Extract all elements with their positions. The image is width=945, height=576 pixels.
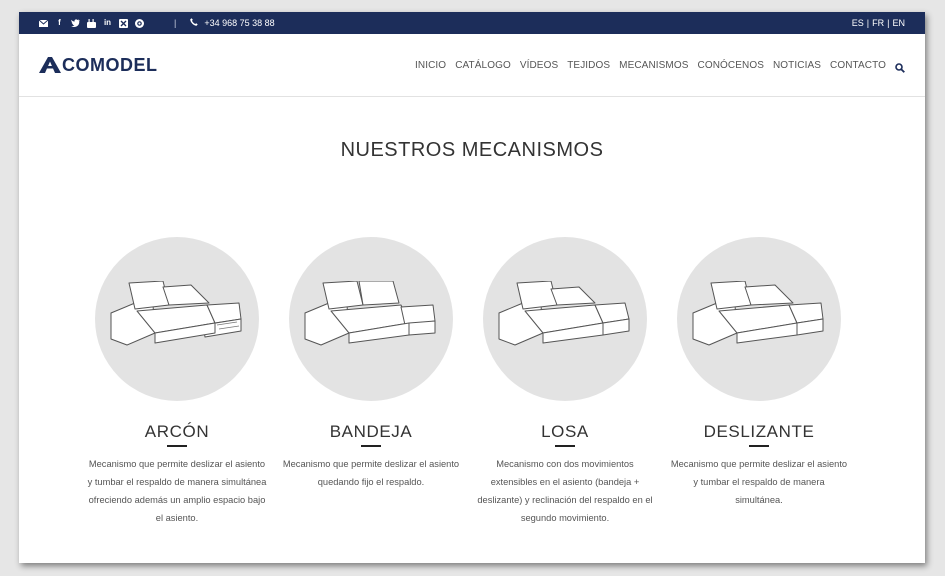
facebook-icon[interactable]: f [55, 19, 64, 28]
logo[interactable]: COMODEL [39, 55, 158, 76]
site-header: COMODEL INICIO CATÁLOGO VÍDEOS TEJIDOS M… [19, 34, 925, 97]
sofa-deslizante-icon [692, 281, 824, 346]
phone-contact[interactable]: +34 968 75 38 88 [190, 18, 275, 28]
lang-separator: | [866, 18, 870, 28]
mechanism-title: ARCÓN [144, 422, 210, 441]
mechanism-title: DESLIZANTE [703, 422, 815, 441]
nav-mecanismos[interactable]: MECANISMOS [619, 60, 688, 71]
mechanism-description: Mecanismo con dos movimientos extensible… [477, 459, 653, 523]
nav-conocenos[interactable]: CONÓCENOS [698, 60, 764, 71]
mechanism-image [483, 237, 647, 401]
sofa-losa-icon [498, 281, 630, 346]
xing-icon[interactable] [119, 18, 128, 28]
logo-mark-icon [39, 57, 61, 73]
sofa-bandeja-icon [304, 281, 436, 346]
page-title: NUESTROS MECANISMOS [340, 139, 604, 161]
twitter-icon[interactable] [71, 19, 80, 28]
nav-tejidos[interactable]: TEJIDOS [567, 60, 610, 71]
language-switcher: ES | FR | EN [852, 18, 905, 28]
sofa-arcon-icon [110, 281, 242, 346]
mechanism-image [677, 237, 841, 401]
mechanism-title: LOSA [541, 422, 589, 441]
lang-separator: | [887, 18, 890, 28]
mechanism-image [289, 237, 453, 401]
topbar-separator: | [174, 18, 177, 28]
mail-icon[interactable] [39, 19, 48, 28]
mechanism-description: Mecanismo que permite deslizar el asient… [282, 459, 460, 487]
top-bar: f in | +34 968 75 38 88 ES | FR | EN [19, 12, 925, 34]
social-links: f in [39, 18, 144, 28]
search-icon[interactable] [895, 60, 905, 73]
title-underline [361, 445, 381, 447]
mechanism-title: BANDEJA [329, 422, 413, 441]
main-nav: INICIO CATÁLOGO VÍDEOS TEJIDOS MECANISMO… [415, 60, 905, 73]
mechanisms-list: ARCÓN Mecanismo que permite deslizar el … [19, 237, 925, 557]
linkedin-icon[interactable]: in [103, 19, 112, 28]
nav-noticias[interactable]: NOTICIAS [773, 60, 821, 71]
mechanism-description: Mecanismo que permite deslizar el asient… [87, 459, 267, 523]
mechanism-image [95, 237, 259, 401]
phone-number: +34 968 75 38 88 [204, 18, 275, 28]
nav-videos[interactable]: VÍDEOS [520, 60, 558, 71]
pinterest-icon[interactable] [135, 18, 144, 28]
phone-icon [190, 18, 199, 28]
lang-es[interactable]: ES [852, 18, 864, 28]
title-underline [555, 445, 575, 447]
lang-fr[interactable]: FR [872, 18, 884, 28]
mechanism-description: Mecanismo que permite deslizar el asient… [670, 459, 848, 505]
nav-catalogo[interactable]: CATÁLOGO [455, 60, 511, 71]
nav-inicio[interactable]: INICIO [415, 60, 446, 71]
youtube-icon[interactable] [87, 18, 96, 28]
title-underline [749, 445, 769, 447]
nav-contacto[interactable]: CONTACTO [830, 60, 886, 71]
browser-page: f in | +34 968 75 38 88 ES | FR | EN COM… [19, 12, 925, 563]
logo-text: COMODEL [62, 54, 158, 75]
lang-en[interactable]: EN [892, 18, 905, 28]
title-underline [167, 445, 187, 447]
